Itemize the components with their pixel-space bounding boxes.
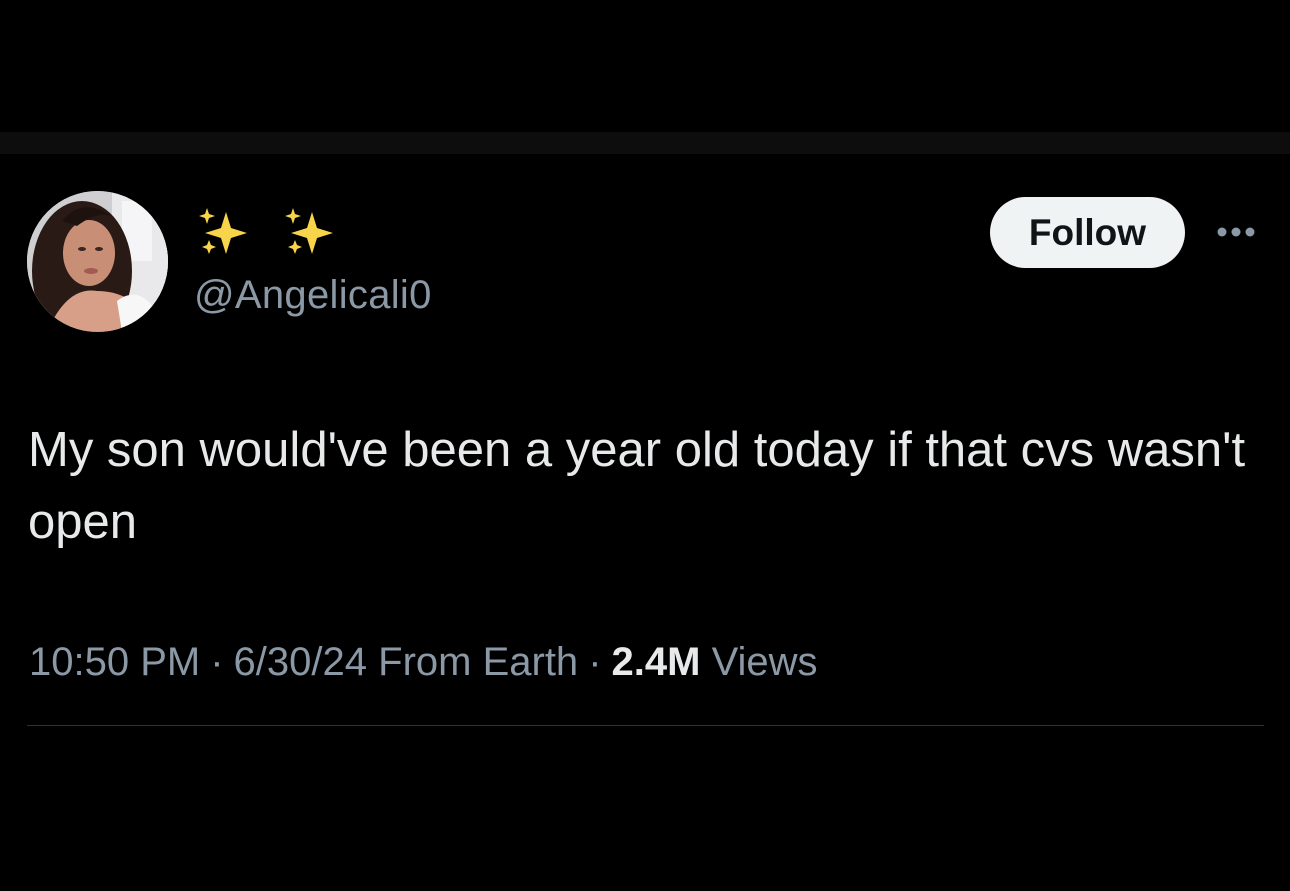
- tweet-text: My son would've been a year old today if…: [28, 423, 1246, 549]
- tweet-source: From Earth: [378, 640, 579, 684]
- tweet-divider: [27, 725, 1264, 726]
- tweet-meta: 10:50 PM · 6/30/24 From Earth · 2.4M Views: [29, 634, 818, 690]
- views-count[interactable]: 2.4M: [612, 640, 701, 684]
- avatar[interactable]: [27, 191, 168, 332]
- views-label: Views: [711, 640, 818, 684]
- tweet-card: ✨ ✨ @Angelicali0 Follow My son would've …: [0, 154, 1290, 891]
- header-divider: [0, 132, 1290, 154]
- follow-button[interactable]: Follow: [990, 197, 1185, 268]
- sparkles-icon: [199, 208, 333, 254]
- meta-separator: ·: [588, 640, 602, 684]
- top-blank-area: [0, 0, 1290, 132]
- tweet-date[interactable]: 6/30/24: [234, 640, 367, 684]
- author-handle[interactable]: @Angelicali0: [194, 270, 432, 320]
- tweet-time[interactable]: 10:50 PM: [29, 640, 200, 684]
- more-options-button[interactable]: [1208, 214, 1264, 250]
- avatar-photo: [27, 191, 168, 332]
- meta-separator: ·: [210, 640, 224, 684]
- more-horizontal-icon: [1217, 227, 1255, 237]
